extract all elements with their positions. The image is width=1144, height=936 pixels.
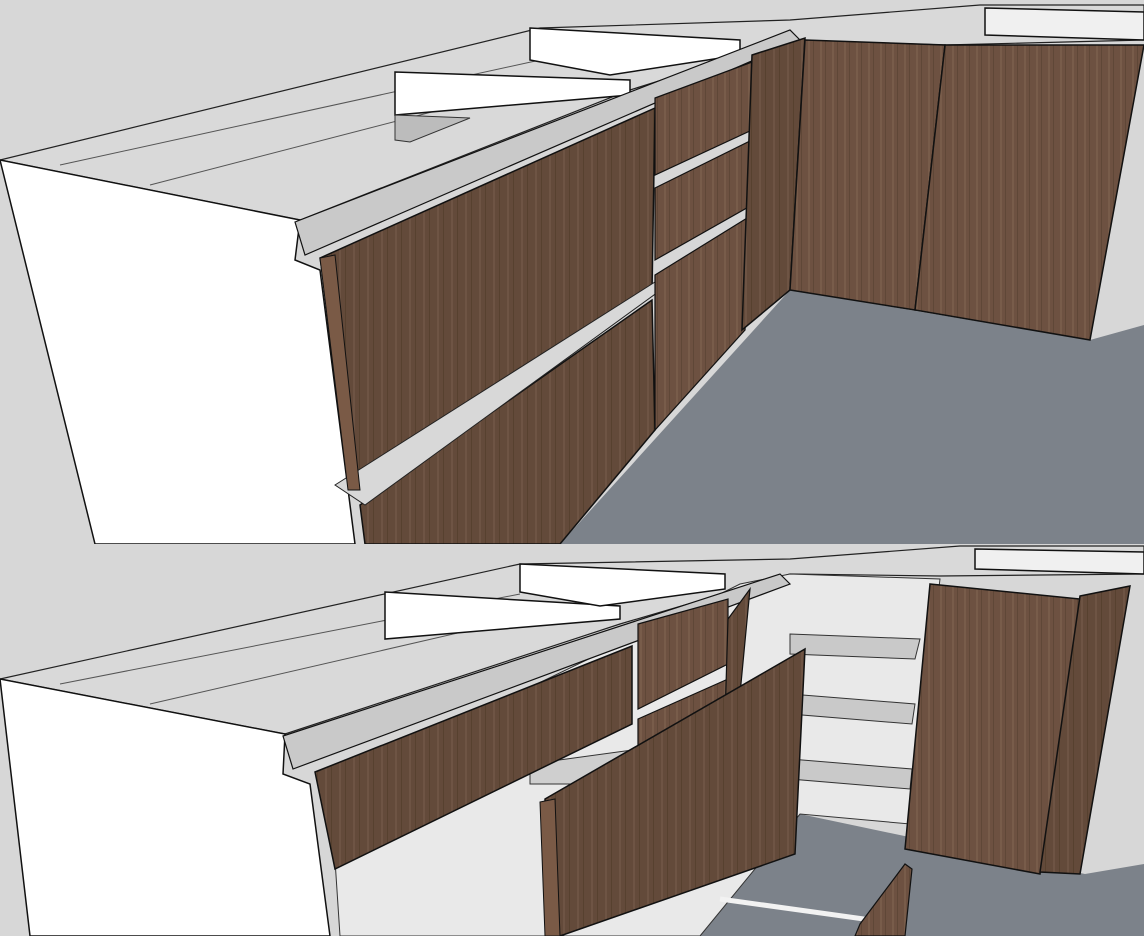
- closed-cabinet-render: [0, 0, 1144, 544]
- sink-cutout-right: [974, 548, 1144, 575]
- interior-shelf-1: [789, 633, 921, 660]
- open-cabinet-view: [0, 544, 1144, 936]
- open-cabinet-render: [0, 544, 1144, 936]
- sink-cutout-right: [984, 7, 1144, 41]
- closed-cabinet-view: [0, 0, 1144, 544]
